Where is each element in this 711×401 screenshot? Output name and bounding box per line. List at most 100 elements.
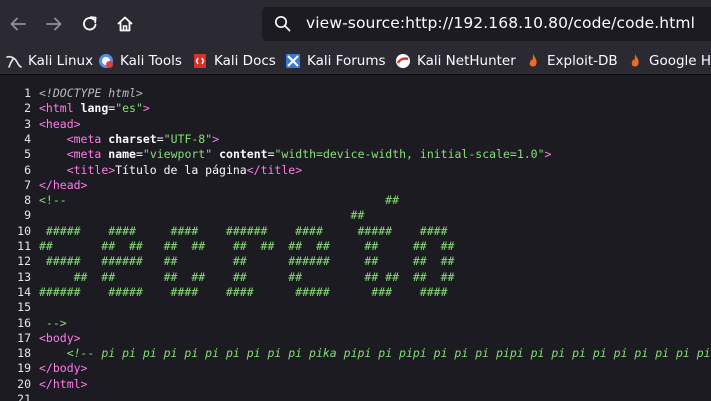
source-line: 16 -->: [0, 316, 711, 331]
line-number: 16: [17, 315, 31, 330]
line-code: <!DOCTYPE html>: [39, 86, 143, 101]
code-token: </html>: [39, 376, 88, 391]
code-token: lang: [80, 101, 109, 116]
code-token: charset: [108, 131, 157, 146]
bookmark-kali-tools[interactable]: Kali Tools: [98, 48, 182, 74]
code-token: ##: [39, 208, 365, 223]
source-line: 1 <!DOCTYPE html>: [0, 86, 711, 101]
kali-tools-icon: [98, 53, 114, 69]
bookmark-google-hacking[interactable]: Google Ha: [627, 48, 711, 74]
line-number: 14: [17, 284, 31, 299]
google-hacking-icon: [627, 53, 643, 69]
source-line: 9 ##: [0, 208, 711, 223]
code-token: >: [142, 101, 150, 116]
code-token: ##### ###### ## ## ###### ## ## ##: [39, 254, 455, 269]
code-token: >: [544, 147, 552, 162]
source-line: 21: [0, 392, 711, 401]
line-code: ##### #### #### ###### #### ##### ####: [39, 224, 448, 239]
line-code: ## ## ## ## ## ## ## ## ## ##: [39, 269, 455, 285]
code-token: <meta: [66, 131, 102, 146]
line-number: 18: [17, 346, 31, 361]
line-code: <meta name="viewport" content="width=dev…: [39, 147, 552, 162]
code-token: =: [156, 131, 164, 146]
browser-toolbar: view-source:http://192.168.10.80/code/co…: [0, 0, 711, 48]
bookmark-label: Kali Tools: [120, 53, 182, 69]
line-number: 3: [24, 116, 31, 131]
source-line: 7 </head>: [0, 178, 711, 193]
source-line: 10 ##### #### #### ###### #### ##### ###…: [0, 224, 711, 239]
source-line: 3 <head>: [0, 117, 711, 132]
line-code: -->: [39, 316, 67, 331]
code-token: ## ## ## ## ## ## ## ## ## ## ## ##: [39, 239, 455, 253]
forward-button[interactable]: [38, 8, 70, 40]
source-line: 17 <body>: [0, 331, 711, 346]
code-token: <html: [39, 101, 74, 116]
source-line: 6 <title>Título de la página</title>: [0, 163, 711, 178]
bookmarks-bar: Kali Linux Kali Tools Kali Docs Kali For…: [0, 48, 711, 75]
code-token: >: [212, 131, 220, 146]
kali-docs-icon: [192, 53, 208, 69]
code-token: -->: [39, 315, 67, 330]
line-code: ##### ###### ## ## ###### ## ## ##: [39, 254, 455, 269]
line-number: 10: [17, 223, 31, 238]
home-button[interactable]: [109, 8, 141, 40]
line-number: 21: [17, 392, 31, 401]
code-token: <title>: [66, 162, 116, 177]
line-number: 13: [17, 269, 31, 284]
code-token: <!DOCTYPE html>: [39, 86, 143, 100]
bookmark-label: Kali NetHunter: [417, 53, 516, 69]
source-line: 13 ## ## ## ## ## ## ## ## ## ##: [0, 270, 711, 285]
code-token: "UTF-8": [163, 131, 213, 146]
code-token: name: [108, 147, 136, 162]
code-token: ##### #### #### ###### #### ##### ####: [39, 223, 448, 238]
line-number: 17: [17, 330, 31, 345]
line-number: 5: [24, 147, 31, 162]
source-line: 20 </html>: [0, 377, 711, 392]
line-number: 9: [24, 208, 31, 223]
line-code: <!-- ##: [39, 193, 399, 208]
code-token: "es": [115, 101, 143, 116]
reload-icon: [83, 16, 97, 31]
code-token: </head>: [39, 177, 88, 192]
line-number: 1: [24, 86, 31, 100]
url-bar[interactable]: view-source:http://192.168.10.80/code/co…: [262, 7, 711, 41]
code-token: <head>: [39, 116, 81, 131]
source-line: 15: [0, 300, 711, 315]
kali-forums-icon: [285, 53, 301, 69]
back-button[interactable]: [2, 8, 34, 40]
code-token: ###### ##### #### #### ##### ### ####: [39, 284, 448, 299]
code-token: "width=device-width, initial-scale=1.0": [274, 147, 545, 162]
source-line: 8 <!-- ##: [0, 193, 711, 208]
code-token: <!-- pi pi pi pi pi pi pi pi pi pi pika …: [66, 346, 711, 361]
code-token: =: [135, 147, 143, 162]
reload-button[interactable]: [74, 8, 106, 40]
bookmark-kali-forums[interactable]: Kali Forums: [285, 48, 386, 74]
line-code: <html lang="es">: [39, 101, 150, 116]
line-code: ##: [39, 208, 365, 223]
source-line: 18 <!-- pi pi pi pi pi pi pi pi pi pi pi…: [0, 346, 711, 361]
url-text[interactable]: view-source:http://192.168.10.80/code/co…: [306, 14, 695, 32]
code-token: "viewport": [142, 147, 213, 162]
source-line: 2 <html lang="es">: [0, 101, 711, 116]
line-code: </body>: [39, 361, 87, 376]
code-token: <meta: [66, 147, 102, 162]
line-number: 20: [17, 376, 31, 391]
bookmark-kali-nethunter[interactable]: Kali NetHunter: [395, 48, 516, 74]
line-number: 8: [24, 193, 31, 208]
bookmark-kali-docs[interactable]: Kali Docs: [192, 48, 276, 74]
bookmark-exploit-db[interactable]: Exploit-DB: [525, 48, 618, 74]
source-line: 14 ###### ##### #### #### ##### ### ####: [0, 285, 711, 300]
line-code: <!-- pi pi pi pi pi pi pi pi pi pi pika …: [39, 346, 711, 361]
line-number: 2: [24, 101, 31, 116]
kali-nethunter-icon: [395, 53, 411, 69]
code-token: ## ## ## ## ## ## ## ## ## ##: [39, 269, 455, 284]
code-token: Título de la página: [115, 162, 247, 177]
line-number: 15: [17, 300, 31, 315]
search-icon: [274, 15, 291, 32]
line-number: 6: [24, 162, 31, 177]
bookmark-kali-linux[interactable]: Kali Linux: [6, 48, 93, 74]
code-token: </title>: [246, 162, 303, 177]
bookmark-label: Exploit-DB: [547, 53, 618, 69]
